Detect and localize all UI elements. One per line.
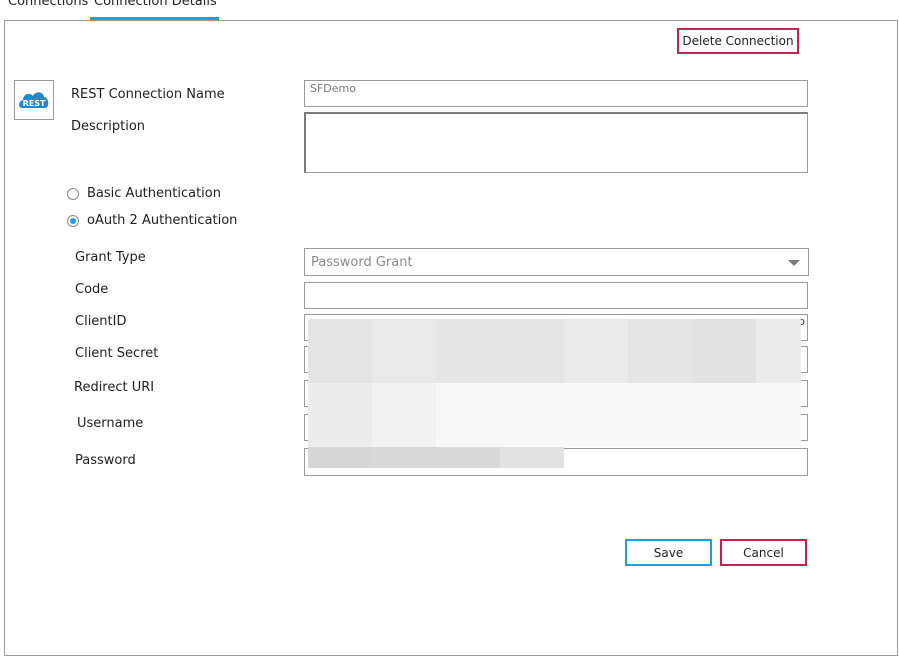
oauth2-auth-label[interactable]: oAuth 2 Authentication xyxy=(87,213,237,228)
save-button[interactable]: Save xyxy=(625,539,712,566)
rest-logo-text: REST xyxy=(23,99,46,108)
password-label: Password xyxy=(75,453,136,468)
description-label: Description xyxy=(71,119,146,134)
grant-type-value: Password Grant xyxy=(311,254,413,270)
basic-auth-radio[interactable] xyxy=(67,188,79,200)
connection-name-input[interactable] xyxy=(304,80,808,107)
client-secret-label: Client Secret xyxy=(75,346,159,361)
code-label: Code xyxy=(75,282,109,297)
connection-name-label: REST Connection Name xyxy=(71,87,225,102)
rest-logo: REST xyxy=(14,80,54,120)
description-input[interactable] xyxy=(304,112,808,173)
redirect-uri-label: Redirect URI xyxy=(74,380,155,395)
tab-connection-details[interactable]: Connection Details xyxy=(94,0,217,9)
oauth2-auth-radio[interactable] xyxy=(67,215,79,227)
rest-cloud-icon: REST xyxy=(19,92,49,108)
delete-connection-button[interactable]: Delete Connection xyxy=(677,28,799,54)
client-id-label: ClientID xyxy=(75,314,127,329)
grant-type-label: Grant Type xyxy=(75,250,146,265)
basic-auth-label[interactable]: Basic Authentication xyxy=(87,186,221,201)
chevron-down-icon[interactable] xyxy=(788,260,800,266)
username-label: Username xyxy=(77,416,144,431)
grant-type-select[interactable]: Password Grant xyxy=(304,248,809,276)
cancel-button[interactable]: Cancel xyxy=(720,539,807,566)
code-input[interactable] xyxy=(304,282,808,309)
tab-connections[interactable]: Connections xyxy=(8,0,88,9)
